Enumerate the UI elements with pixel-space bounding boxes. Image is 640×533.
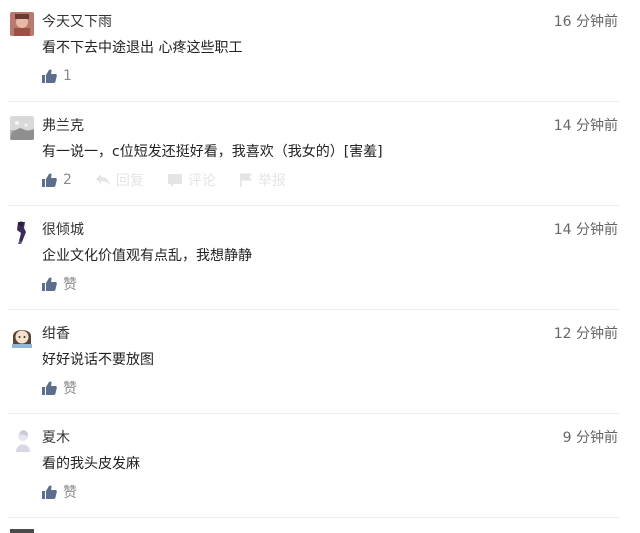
username[interactable]: 弗兰克: [42, 116, 84, 136]
username[interactable]: 绀香: [42, 324, 70, 344]
avatar[interactable]: [10, 428, 34, 452]
like-button[interactable]: 赞: [42, 482, 77, 502]
thumbs-up-icon: [42, 485, 57, 499]
like-label: 赞: [63, 485, 77, 501]
like-button[interactable]: 赞: [42, 274, 77, 294]
thumbs-up-icon: [42, 277, 57, 291]
report-label: 举报: [257, 173, 286, 189]
divider: [8, 101, 620, 102]
comment-text: 有一说一，c位短发还挺好看，我喜欢（我女的）[害羞]: [42, 144, 383, 160]
thumbs-up-icon: [42, 173, 57, 187]
divider: [8, 517, 620, 518]
like-count: 1: [63, 68, 72, 84]
report-button[interactable]: 举报: [239, 170, 286, 190]
reply-label: 回复: [115, 173, 144, 189]
comment-label: 评论: [187, 173, 216, 189]
comment-actions: 赞: [42, 482, 101, 502]
reply-arrow-icon: [95, 174, 110, 186]
avatar[interactable]: [10, 529, 34, 533]
avatar-image: [10, 428, 34, 452]
like-button[interactable]: 2: [42, 172, 72, 188]
like-label: 赞: [63, 381, 77, 397]
timestamp: 14 分钟前: [553, 222, 618, 238]
like-button[interactable]: 赞: [42, 378, 77, 398]
reply-button[interactable]: 回复: [95, 170, 144, 190]
timestamp: 14 分钟前: [553, 118, 618, 134]
username[interactable]: 今天又下雨: [42, 12, 112, 32]
timestamp: 12 分钟前: [553, 326, 618, 342]
divider: [8, 309, 620, 310]
like-count: 2: [63, 172, 72, 188]
avatar[interactable]: [10, 220, 34, 244]
timestamp: 9 分钟前: [562, 430, 618, 446]
thumbs-up-icon: [42, 69, 57, 83]
thumbs-up-icon: [42, 381, 57, 395]
comment-text: 企业文化价值观有点乱，我想静静: [42, 248, 252, 264]
comment-actions: 赞: [42, 274, 101, 294]
comment-bubble-icon: [167, 173, 182, 187]
comment-text: 看的我头皮发麻: [42, 456, 140, 472]
avatar-image: [10, 220, 34, 244]
comment-actions: 2 回复 评论 举报: [42, 170, 310, 190]
comment-button[interactable]: 评论: [167, 170, 216, 190]
comment-text: 好好说话不要放图: [42, 352, 154, 368]
like-label: 赞: [63, 277, 77, 293]
comment-actions: 1: [42, 66, 96, 86]
like-button[interactable]: 1: [42, 68, 72, 84]
comment-actions: 赞: [42, 378, 101, 398]
avatar-image: [10, 12, 34, 36]
comment-text: 看不下去中途退出 心疼这些职工: [42, 40, 243, 56]
avatar-image: [10, 324, 34, 348]
timestamp: 16 分钟前: [553, 14, 618, 30]
username[interactable]: 很倾城: [42, 220, 84, 240]
avatar[interactable]: [10, 116, 34, 140]
username[interactable]: 夏木: [42, 428, 70, 448]
avatar[interactable]: [10, 12, 34, 36]
flag-icon: [239, 173, 252, 187]
divider: [8, 413, 620, 414]
avatar[interactable]: [10, 324, 34, 348]
avatar-image: [10, 116, 34, 140]
divider: [8, 205, 620, 206]
